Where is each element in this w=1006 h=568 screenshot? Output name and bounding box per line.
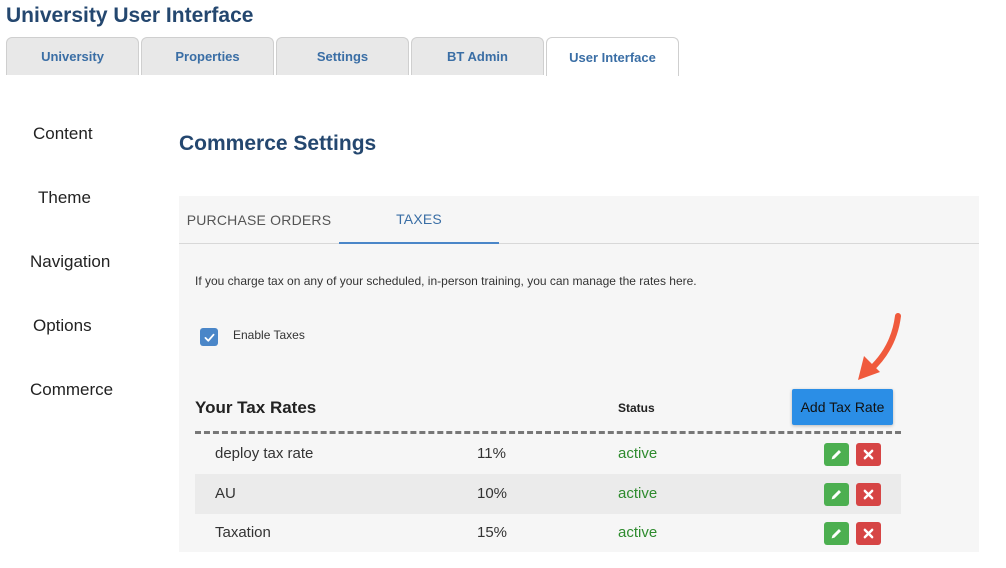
top-tab-bar: University Properties Settings BT Admin … — [6, 37, 681, 76]
delete-button[interactable] — [856, 483, 881, 506]
tax-rate-status: active — [618, 524, 658, 541]
section-title: Commerce Settings — [179, 132, 377, 155]
x-icon — [863, 528, 874, 539]
tax-rate-name: Taxation — [215, 524, 271, 541]
status-column-header: Status — [618, 401, 655, 415]
table-row: Taxation 15% active — [195, 513, 901, 553]
pencil-icon — [831, 490, 841, 500]
sidebar-item-commerce[interactable]: Commerce — [30, 380, 113, 400]
tax-rate-name: AU — [215, 485, 236, 502]
add-tax-rate-button[interactable]: Add Tax Rate — [792, 389, 893, 425]
tab-user-interface[interactable]: User Interface — [546, 37, 679, 76]
taxes-info-text: If you charge tax on any of your schedul… — [195, 274, 697, 288]
pencil-icon — [831, 450, 841, 460]
tab-taxes[interactable]: TAXES — [339, 196, 499, 244]
tax-rate-name: deploy tax rate — [215, 445, 314, 462]
sidebar-item-options[interactable]: Options — [33, 316, 92, 336]
delete-button[interactable] — [856, 443, 881, 466]
tab-university[interactable]: University — [6, 37, 139, 75]
sidebar-item-navigation[interactable]: Navigation — [30, 252, 110, 272]
table-row: deploy tax rate 11% active — [195, 434, 901, 474]
sub-tab-bar: PURCHASE ORDERS TAXES — [179, 196, 979, 244]
edit-button[interactable] — [824, 483, 849, 506]
tax-rate-status: active — [618, 485, 658, 502]
page-title: University User Interface — [6, 4, 254, 27]
sidebar-item-theme[interactable]: Theme — [38, 188, 91, 208]
tab-bt-admin[interactable]: BT Admin — [411, 37, 544, 75]
tab-properties[interactable]: Properties — [141, 37, 274, 75]
enable-taxes-checkbox[interactable] — [200, 328, 218, 346]
delete-button[interactable] — [856, 522, 881, 545]
red-arrow-icon — [858, 313, 901, 380]
edit-button[interactable] — [824, 443, 849, 466]
x-icon — [863, 489, 874, 500]
checkmark-icon — [204, 333, 214, 342]
sidebar-item-content[interactable]: Content — [33, 124, 93, 144]
tab-purchase-orders[interactable]: PURCHASE ORDERS — [179, 196, 339, 244]
tax-rate-status: active — [618, 445, 658, 462]
x-icon — [863, 449, 874, 460]
table-row: AU 10% active — [195, 474, 901, 514]
enable-taxes-label: Enable Taxes — [233, 328, 305, 342]
edit-button[interactable] — [824, 522, 849, 545]
tax-rate-value: 11% — [477, 445, 506, 462]
tax-rates-heading: Your Tax Rates — [195, 398, 317, 417]
tax-rate-value: 15% — [477, 524, 508, 541]
tab-settings[interactable]: Settings — [276, 37, 409, 75]
tax-rate-value: 10% — [477, 485, 508, 502]
pencil-icon — [831, 529, 841, 539]
